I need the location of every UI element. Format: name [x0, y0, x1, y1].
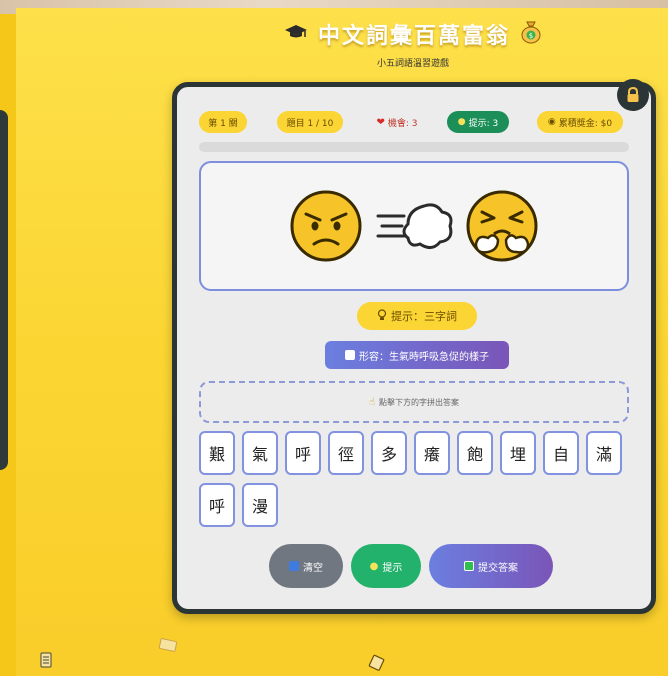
character-tile[interactable]: 癢	[414, 431, 450, 475]
previous-panel-edge	[0, 110, 8, 470]
hint-text: 提示：三字詞	[391, 310, 457, 323]
description-pill: 形容：生氣時呼吸急促的樣子	[325, 341, 509, 369]
progress-bar	[199, 142, 629, 152]
svg-text:$: $	[529, 32, 533, 40]
character-tile[interactable]: 自	[543, 431, 579, 475]
page-subtitle: 小五詞語溫習遊戲	[376, 59, 449, 69]
character-tile[interactable]: 漫	[242, 483, 278, 527]
floating-card-icon	[40, 652, 52, 668]
submit-answer-button[interactable]: 提交答案	[429, 544, 553, 588]
refresh-icon	[289, 561, 299, 571]
description-text: 形容：生氣時呼吸急促的樣子	[359, 351, 489, 363]
clear-button[interactable]: 清空	[269, 544, 343, 588]
floating-note-icon	[368, 654, 385, 671]
question-counter-badge: 題目 1 / 10	[277, 111, 343, 133]
level-badge: 第 1 關	[199, 111, 247, 133]
hint-button-label: 提示	[382, 562, 403, 574]
status-bar: 第 1 關 題目 1 / 10 ❤ 機會: 3 ● 提示: 3 ◉ 累積獎金: …	[199, 111, 629, 133]
header: 中文詞彙百萬富翁 $ 小五詞語溫習遊戲	[170, 18, 656, 69]
character-tile[interactable]: 呼	[285, 431, 321, 475]
money-bag-small-icon: ◉	[547, 117, 556, 127]
hints-remaining-label: 提示: 3	[468, 118, 499, 129]
dash-icon	[376, 203, 453, 249]
character-tile[interactable]: 徑	[328, 431, 364, 475]
hint-button[interactable]: ● 提示	[351, 544, 421, 588]
card-icon	[345, 350, 355, 360]
lightbulb-icon: ●	[457, 117, 466, 127]
lightbulb-icon: ●	[369, 560, 379, 572]
pointing-hand-icon: ☝	[368, 396, 376, 408]
lightbulb-icon	[377, 308, 387, 324]
character-tile[interactable]: 滿	[586, 431, 622, 475]
submit-button-label: 提交答案	[478, 562, 518, 574]
answer-placeholder: 點擊下方的字拼出答案	[379, 397, 460, 407]
character-tile[interactable]: 氣	[242, 431, 278, 475]
clear-button-label: 清空	[303, 562, 323, 574]
page-title: 中文詞彙百萬富翁	[317, 24, 510, 49]
character-tile[interactable]: 呼	[199, 483, 235, 527]
graduation-cap-icon	[284, 23, 308, 45]
heart-icon: ❤	[376, 116, 385, 128]
prize-label: 累積獎金: $0	[558, 118, 613, 129]
lock-icon	[627, 87, 639, 102]
question-counter-label: 題目 1 / 10	[286, 118, 334, 129]
lives-label: 機會: 3	[387, 118, 418, 129]
hints-remaining-badge: ● 提示: 3	[447, 111, 509, 133]
level-label: 第 1 關	[208, 118, 238, 129]
angry-face-icon	[290, 190, 362, 262]
floating-book-icon	[158, 638, 178, 652]
lock-button[interactable]	[617, 79, 649, 111]
character-tile[interactable]: 艱	[199, 431, 235, 475]
character-tile[interactable]: 飽	[457, 431, 493, 475]
hint-label-pill: 提示：三字詞	[357, 302, 477, 330]
steam-nose-face-icon	[466, 190, 538, 262]
check-box-icon	[464, 561, 474, 571]
answer-drop-zone[interactable]: ☝ 點擊下方的字拼出答案	[199, 381, 629, 423]
game-card: 第 1 關 題目 1 / 10 ❤ 機會: 3 ● 提示: 3 ◉ 累積獎金: …	[172, 79, 656, 614]
emoji-clue-box	[199, 161, 629, 291]
lives-badge: ❤ 機會: 3	[369, 111, 425, 133]
money-bag-icon: $	[520, 20, 542, 48]
character-tile[interactable]: 多	[371, 431, 407, 475]
prize-badge: ◉ 累積獎金: $0	[537, 111, 623, 133]
character-tile[interactable]: 埋	[500, 431, 536, 475]
